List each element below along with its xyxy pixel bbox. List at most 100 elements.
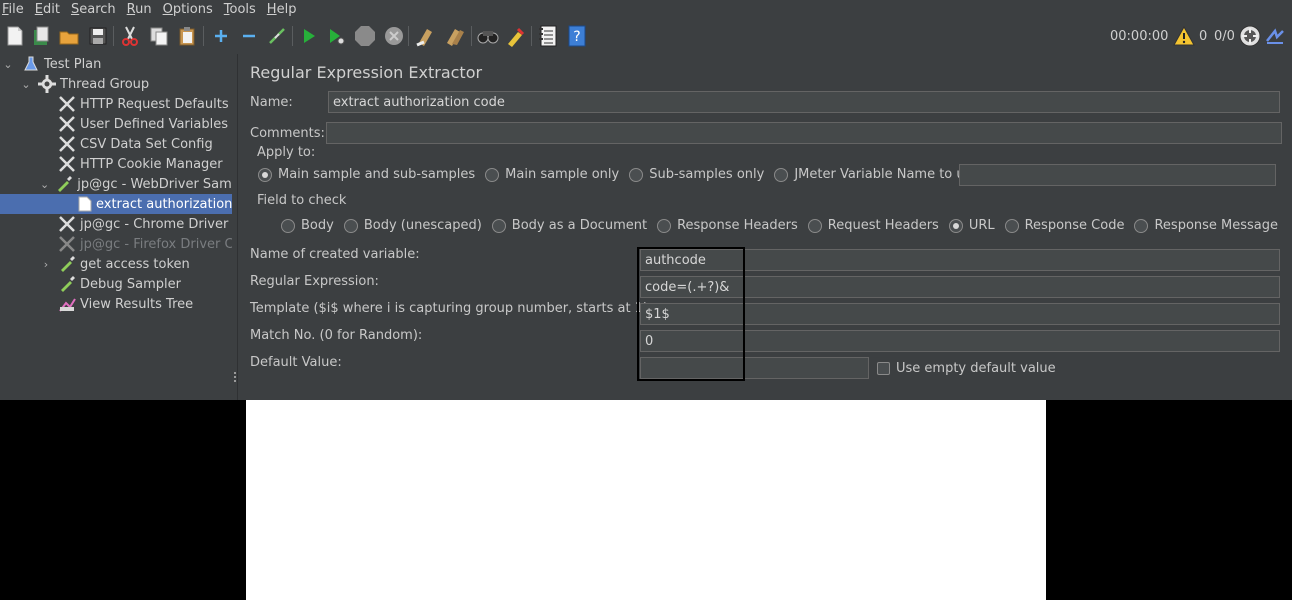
paste-icon[interactable] [175, 24, 199, 48]
remote-status-icon[interactable] [1238, 24, 1262, 48]
tree-item-webdriver-sampler[interactable]: ⌄ jp@gc - WebDriver Sampler [0, 174, 232, 194]
wrench-icon [58, 115, 76, 133]
help-icon[interactable]: ? [565, 24, 589, 48]
svg-text:?: ? [573, 29, 580, 45]
collapse-arrow-icon[interactable]: ⌄ [20, 74, 32, 94]
apply-to-label: Apply to: [257, 145, 316, 160]
tree-item-label: jp@gc - WebDriver Sampler [77, 176, 232, 192]
tree-item-firefox-driver-config[interactable]: jp@gc - Firefox Driver Config [0, 234, 232, 254]
tree-item-csv-data-set-config[interactable]: CSV Data Set Config [0, 134, 232, 154]
wrench-icon [58, 215, 76, 233]
copy-icon[interactable] [147, 24, 171, 48]
field-response-code-radio[interactable] [1004, 218, 1019, 233]
start-no-pauses-icon[interactable] [325, 24, 349, 48]
apply-main-and-sub-label: Main sample and sub-samples [278, 167, 476, 182]
field-body-radio[interactable] [281, 218, 295, 233]
reset-search-icon[interactable] [504, 24, 528, 48]
search-icon[interactable] [476, 24, 500, 48]
menu-options[interactable]: Options [163, 2, 213, 17]
field-url-radio[interactable] [948, 218, 963, 233]
wrench-icon [58, 95, 76, 113]
apply-main-only-radio[interactable] [485, 167, 500, 182]
apply-main-only-label: Main sample only [505, 167, 620, 182]
collapse-all-icon[interactable] [237, 24, 261, 48]
menu-file[interactable]: File [2, 2, 24, 17]
blank-area [246, 400, 1046, 600]
apply-jmeter-variable-radio[interactable] [774, 167, 789, 182]
field-body-document-radio[interactable] [491, 218, 506, 233]
save-icon[interactable] [86, 24, 110, 48]
function-helper-icon[interactable] [536, 24, 560, 48]
tree-item-extract-authorization-code[interactable]: extract authorization code [0, 194, 232, 214]
tree-item-http-cookie-manager[interactable]: HTTP Cookie Manager [0, 154, 232, 174]
menu-edit[interactable]: Edit [35, 2, 60, 17]
elapsed-timer: 00:00:00 [1110, 28, 1169, 44]
field-body-unescaped-radio[interactable] [343, 218, 358, 233]
field-response-headers-radio[interactable] [657, 218, 672, 233]
apply-to-group: Main sample and sub-samples Main sample … [258, 167, 989, 182]
apply-sub-only-label: Sub-samples only [649, 167, 765, 182]
cut-icon[interactable] [118, 24, 142, 48]
field-response-code-label: Response Code [1024, 218, 1125, 233]
split-pane-divider[interactable] [232, 54, 238, 400]
panel-title: Regular Expression Extractor [250, 63, 483, 82]
tree-item-label: extract authorization code [96, 196, 232, 212]
pipette-icon [58, 275, 76, 293]
menu-run[interactable]: Run [127, 2, 152, 17]
tree-item-http-request-defaults[interactable]: HTTP Request Defaults [0, 94, 232, 114]
tree-item-thread-group[interactable]: ⌄ Thread Group [0, 74, 232, 94]
menu-search[interactable]: Search [71, 2, 116, 17]
collapse-arrow-icon[interactable]: ⌄ [2, 54, 14, 74]
shutdown-icon[interactable] [382, 24, 406, 48]
test-plan-tree: ⌄ Test Plan ⌄ Thread Group HTTP Request … [0, 54, 232, 400]
match-no-label: Match No. (0 for Random): [250, 328, 423, 343]
toolbar-separator [408, 26, 409, 46]
menu-file-label: ile [8, 1, 24, 17]
templates-icon[interactable] [29, 24, 53, 48]
field-request-headers-radio[interactable] [807, 218, 822, 233]
wrench-icon [58, 235, 76, 253]
tree-item-get-access-token[interactable]: › get access token [0, 254, 232, 274]
toolbar: ? 00:00:00 0 0/0 [0, 20, 1292, 52]
tree-item-user-defined-variables[interactable]: User Defined Variables [0, 114, 232, 134]
toggle-icon[interactable] [265, 24, 289, 48]
comments-field[interactable] [326, 122, 1282, 144]
field-to-check-group: Body Body (unescaped) Body as a Document… [281, 218, 1288, 233]
menu-options-mnemonic: O [162, 1, 173, 17]
menu-help-label: elp [276, 1, 297, 17]
field-response-message-label: Response Message [1154, 218, 1279, 233]
expand-all-icon[interactable] [209, 24, 233, 48]
expand-arrow-icon[interactable]: › [40, 254, 52, 274]
start-icon[interactable] [297, 24, 321, 48]
jmeter-variable-field[interactable] [959, 164, 1276, 186]
apply-sub-only-radio[interactable] [629, 167, 644, 182]
log-viewer-icon[interactable] [1263, 24, 1287, 48]
name-field[interactable]: extract authorization code [328, 91, 1280, 113]
tree-item-label: CSV Data Set Config [80, 136, 213, 152]
menu-tools[interactable]: Tools [224, 2, 256, 17]
tree-item-view-results-tree[interactable]: View Results Tree [0, 294, 232, 314]
splitter-grip [234, 376, 236, 378]
new-icon[interactable] [3, 24, 27, 48]
apply-main-and-sub-radio[interactable] [258, 167, 272, 182]
warning-icon[interactable] [1172, 24, 1196, 48]
tree-item-chrome-driver-config[interactable]: jp@gc - Chrome Driver Config [0, 214, 232, 234]
regex-label: Regular Expression: [250, 274, 379, 289]
pipette-icon [55, 175, 73, 193]
tree-item-label: HTTP Request Defaults [80, 96, 229, 112]
open-icon[interactable] [57, 24, 81, 48]
use-empty-default-row: Use empty default value [877, 361, 1066, 376]
variable-name-label: Name of created variable: [250, 247, 420, 262]
tree-item-debug-sampler[interactable]: Debug Sampler [0, 274, 232, 294]
name-label: Name: [250, 95, 293, 110]
template-label: Template ($i$ where i is capturing group… [250, 301, 653, 316]
tree-item-test-plan[interactable]: ⌄ Test Plan [0, 54, 232, 74]
field-response-message-radio[interactable] [1134, 218, 1149, 233]
stop-icon[interactable] [353, 24, 377, 48]
collapse-arrow-icon[interactable]: ⌄ [40, 174, 49, 194]
tree-item-label: User Defined Variables [80, 116, 228, 132]
use-empty-default-checkbox[interactable] [877, 362, 890, 375]
menu-help[interactable]: Help [267, 2, 297, 17]
clear-icon[interactable] [414, 24, 438, 48]
clear-all-icon[interactable] [443, 24, 467, 48]
